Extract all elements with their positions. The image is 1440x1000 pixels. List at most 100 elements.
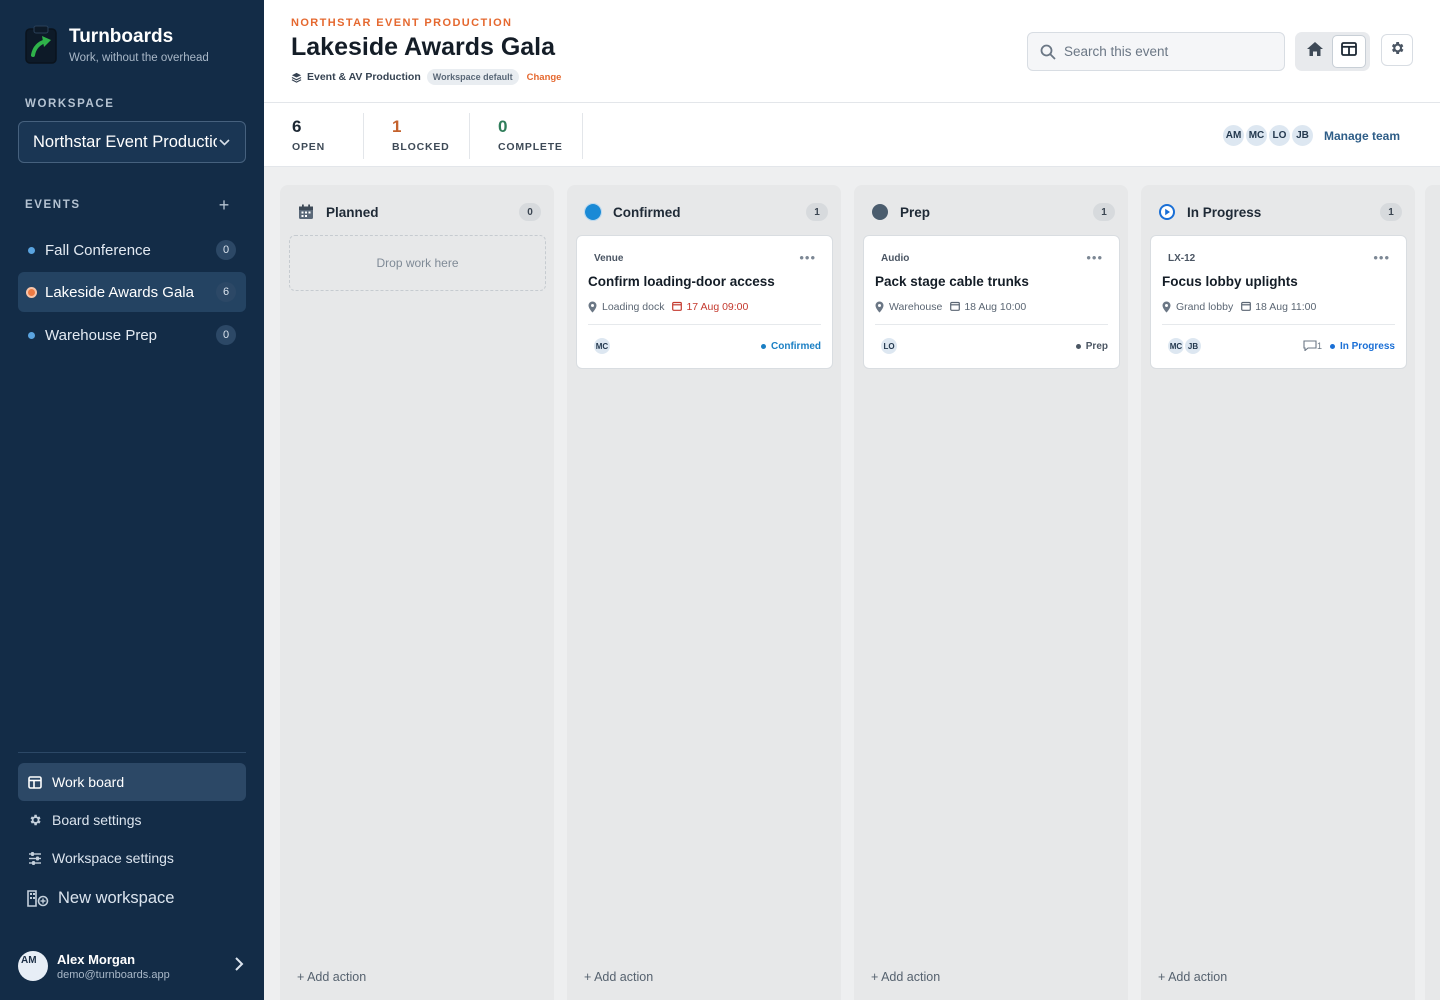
- manage-team-link[interactable]: Manage team: [1324, 129, 1400, 143]
- avatar: MC: [592, 336, 612, 356]
- card-location: Grand lobby: [1176, 301, 1234, 313]
- location-pin-icon: [1162, 301, 1172, 313]
- change-profile-link[interactable]: Change: [527, 72, 562, 83]
- page-header: NORTHSTAR EVENT PRODUCTION Lakeside Awar…: [264, 0, 1440, 103]
- column-count-badge: 1: [1093, 203, 1115, 221]
- card-meta: Grand lobby 18 Aug 11:00: [1162, 301, 1316, 313]
- board-profile-row: Event & AV Production Workspace default …: [291, 69, 561, 85]
- column-title: Confirmed: [613, 204, 681, 220]
- column-planned: Planned 0 Drop work here + Add action: [280, 185, 554, 1000]
- brand[interactable]: Turnboards Work, without the overhead: [24, 24, 209, 64]
- comment-count: 1: [1303, 339, 1322, 353]
- avatar[interactable]: JB: [1290, 123, 1315, 148]
- comment-count-value: 1: [1316, 341, 1322, 351]
- nav-label: Work board: [52, 774, 125, 790]
- stat-label: COMPLETE: [498, 141, 563, 153]
- search-input[interactable]: [1064, 44, 1264, 59]
- column-count-badge: 0: [519, 203, 541, 221]
- avatar[interactable]: MC: [1244, 123, 1269, 148]
- gear-icon: [1389, 40, 1405, 61]
- card-category: LX-12: [1168, 253, 1196, 264]
- status-label: Prep: [1085, 340, 1108, 352]
- building-add-icon: [27, 890, 49, 907]
- workspace-default-badge: Workspace default: [426, 69, 519, 85]
- column-count-badge: 1: [806, 203, 828, 221]
- avatar: JB: [1183, 336, 1203, 356]
- event-label: Warehouse Prep: [45, 326, 158, 344]
- sidebar-item-fall-conference[interactable]: Fall Conference 0: [18, 230, 246, 270]
- status-badge: Confirmed: [761, 341, 821, 352]
- user-name: Alex Morgan: [57, 951, 136, 967]
- home-view-button[interactable]: [1298, 35, 1332, 68]
- avatar[interactable]: LO: [1267, 123, 1292, 148]
- calendar-icon: [297, 203, 315, 221]
- nav-workspace-settings[interactable]: Workspace settings: [18, 839, 246, 877]
- add-action-button[interactable]: + Add action: [297, 970, 366, 984]
- event-dot-icon: [28, 246, 35, 254]
- column-next-partial: [1425, 185, 1440, 1000]
- task-card[interactable]: Audio ••• Pack stage cable trunks Wareho…: [863, 235, 1120, 369]
- event-count-badge: 0: [216, 325, 236, 345]
- column-in-progress: In Progress 1 LX-12 ••• Focus lobby upli…: [1141, 185, 1415, 1000]
- event-count-badge: 6: [216, 282, 236, 302]
- stat-blocked: 1 BLOCKED: [392, 113, 450, 159]
- card-footer: MC Confirmed: [592, 336, 821, 356]
- add-action-button[interactable]: + Add action: [871, 970, 940, 984]
- settings-button[interactable]: [1381, 34, 1413, 66]
- sidebar-item-lakeside-awards-gala[interactable]: Lakeside Awards Gala 6: [18, 272, 246, 312]
- sidebar-item-warehouse-prep[interactable]: Warehouse Prep 0: [18, 315, 246, 355]
- task-card[interactable]: Venue ••• Confirm loading-door access Lo…: [576, 235, 833, 369]
- nav-work-board[interactable]: Work board: [18, 763, 246, 801]
- avatar[interactable]: AM: [1221, 123, 1246, 148]
- stat-value: 1: [392, 117, 402, 136]
- column-count-badge: 1: [1380, 203, 1402, 221]
- column-title: In Progress: [1187, 204, 1262, 220]
- home-icon: [1306, 41, 1324, 62]
- more-options-icon[interactable]: •••: [1086, 250, 1103, 265]
- card-divider: [588, 324, 821, 325]
- more-options-icon[interactable]: •••: [799, 250, 816, 265]
- more-options-icon[interactable]: •••: [1373, 250, 1390, 265]
- nav-label: New workspace: [58, 888, 175, 907]
- stat-open: 6 OPEN: [292, 113, 325, 159]
- board-view-button[interactable]: [1332, 35, 1366, 68]
- page-title: Lakeside Awards Gala: [291, 33, 556, 61]
- event-label: Lakeside Awards Gala: [45, 283, 194, 301]
- play-circle-icon: [1158, 203, 1176, 221]
- status-label: Confirmed: [771, 340, 821, 352]
- event-count-badge: 0: [216, 240, 236, 260]
- column-confirmed: Confirmed 1 Venue ••• Confirm loading-do…: [567, 185, 841, 1000]
- drop-zone[interactable]: Drop work here: [289, 235, 546, 291]
- sliders-icon: [27, 850, 43, 866]
- card-divider: [1162, 324, 1395, 325]
- card-title: Focus lobby uplights: [1162, 274, 1298, 289]
- comment-icon: [1303, 339, 1317, 353]
- chevron-down-icon: [217, 135, 231, 149]
- workspace-section-label: WORKSPACE: [25, 98, 115, 110]
- user-profile[interactable]: AM Alex Morgan demo@turnboards.app: [18, 946, 248, 986]
- column-header: Planned 0: [297, 202, 541, 222]
- column-title: Prep: [900, 204, 931, 220]
- calendar-icon: [1241, 301, 1252, 313]
- status-dot-icon: [1075, 343, 1081, 349]
- workspace-select[interactable]: Northstar Event Production: [18, 121, 246, 163]
- sidebar-divider: [18, 752, 246, 753]
- status-dot-icon: [761, 343, 766, 349]
- workspace-select-value: Northstar Event Production: [33, 132, 217, 151]
- search-box[interactable]: [1027, 32, 1285, 71]
- avatar: LO: [879, 336, 899, 356]
- column-title: Planned: [326, 204, 379, 220]
- user-email: demo@turnboards.app: [57, 968, 170, 981]
- status-badge: In Progress: [1329, 341, 1395, 352]
- card-location: Warehouse: [889, 301, 943, 313]
- task-card[interactable]: LX-12 ••• Focus lobby uplights Grand lob…: [1150, 235, 1407, 369]
- nav-new-workspace[interactable]: New workspace: [18, 879, 246, 917]
- add-action-button[interactable]: + Add action: [584, 970, 653, 984]
- nav-board-settings[interactable]: Board settings: [18, 801, 246, 839]
- app-tagline: Work, without the overhead: [69, 52, 209, 64]
- stats-bar: 6 OPEN 1 BLOCKED 0 COMPLETE AM MC LO JB …: [264, 103, 1440, 167]
- add-action-button[interactable]: + Add action: [1158, 970, 1227, 984]
- board-profile-name: Event & AV Production: [307, 71, 421, 83]
- nav-label: Board settings: [52, 812, 142, 828]
- add-event-button[interactable]: +: [216, 196, 232, 214]
